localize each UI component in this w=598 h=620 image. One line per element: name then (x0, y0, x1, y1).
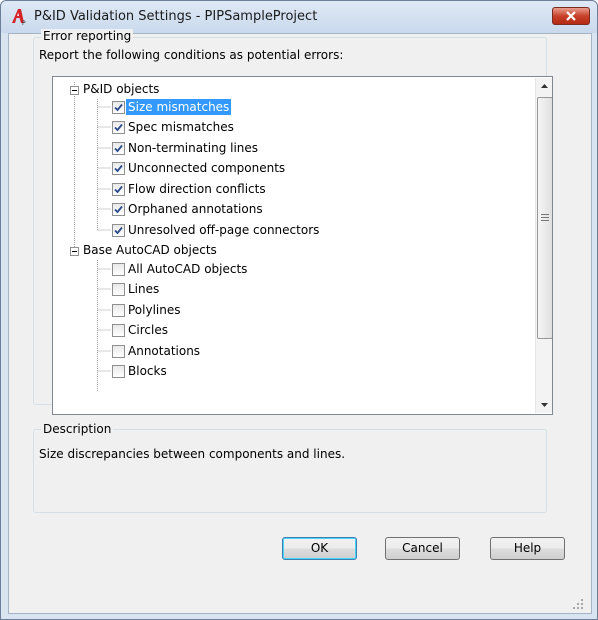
check-icon (114, 144, 123, 153)
checkbox-polylines[interactable] (112, 304, 125, 317)
ok-button[interactable]: OK (282, 537, 357, 560)
tree-item-label: Size mismatches (126, 99, 232, 115)
checkbox-all-autocad-objects[interactable] (112, 263, 125, 276)
description-legend: Description (41, 422, 114, 436)
arrow-up-icon (541, 84, 548, 88)
close-button[interactable] (552, 7, 590, 25)
scroll-grip-icon (541, 214, 549, 223)
tree-item-label: Polylines (128, 303, 181, 317)
autocad-app-icon: P (12, 9, 26, 25)
tree-item-label: Flow direction conflicts (128, 182, 266, 196)
cancel-button[interactable]: Cancel (385, 537, 460, 560)
checkbox-size-mismatches[interactable] (112, 101, 125, 114)
collapse-toggle-pid[interactable] (70, 86, 79, 95)
close-icon (566, 11, 576, 21)
tree-vertical-scrollbar[interactable] (535, 78, 552, 413)
tree-item-label: Annotations (128, 344, 201, 358)
tree-item-label: Unresolved off-page connectors (128, 223, 320, 237)
error-reporting-instruction: Report the following conditions as poten… (39, 48, 344, 62)
tree-item-label: Blocks (128, 364, 167, 378)
check-icon (114, 226, 123, 235)
check-icon (114, 185, 123, 194)
checkbox-unresolved-off-page-connectors[interactable] (112, 224, 125, 237)
checkbox-annotations[interactable] (112, 345, 125, 358)
error-reporting-legend: Error reporting (41, 29, 134, 43)
checkbox-circles[interactable] (112, 324, 125, 337)
help-button[interactable]: Help (490, 537, 565, 560)
collapse-toggle-base-autocad[interactable] (70, 247, 79, 256)
conditions-tree[interactable]: P&ID objects Size mismatches Spec mismat… (52, 76, 553, 415)
checkbox-unconnected-components[interactable] (112, 162, 125, 175)
description-group (33, 429, 547, 513)
tree-item-label: Orphaned annotations (128, 202, 263, 216)
checkbox-non-terminating-lines[interactable] (112, 142, 125, 155)
check-icon (114, 123, 123, 132)
svg-text:P: P (22, 20, 26, 25)
tree-group-pid-objects[interactable]: P&ID objects (81, 81, 161, 97)
tree-group-base-autocad-objects[interactable]: Base AutoCAD objects (81, 242, 219, 258)
check-icon (114, 205, 123, 214)
resize-grip-icon[interactable] (571, 597, 585, 611)
tree-item-label: All AutoCAD objects (128, 262, 248, 276)
tree-item-label: Spec mismatches (128, 120, 234, 134)
arrow-down-icon (541, 403, 548, 407)
description-text: Size discrepancies between components an… (39, 447, 346, 461)
tree-item-label: Lines (128, 282, 160, 296)
scroll-up-button[interactable] (536, 78, 552, 95)
checkbox-blocks[interactable] (112, 365, 125, 378)
check-icon (114, 164, 123, 173)
dialog-window: P P&ID Validation Settings - PIPSamplePr… (0, 0, 598, 620)
tree-item-label: Non-terminating lines (128, 141, 259, 155)
tree-item-label: Unconnected components (128, 161, 286, 175)
tree-item-label: Circles (128, 323, 168, 337)
checkbox-orphaned-annotations[interactable] (112, 203, 125, 216)
check-icon (114, 103, 123, 112)
checkbox-lines[interactable] (112, 283, 125, 296)
checkbox-spec-mismatches[interactable] (112, 121, 125, 134)
checkbox-flow-direction-conflicts[interactable] (112, 183, 125, 196)
scroll-down-button[interactable] (536, 396, 552, 413)
scroll-thumb[interactable] (537, 97, 552, 339)
dialog-title: P&ID Validation Settings - PIPSampleProj… (34, 9, 318, 24)
